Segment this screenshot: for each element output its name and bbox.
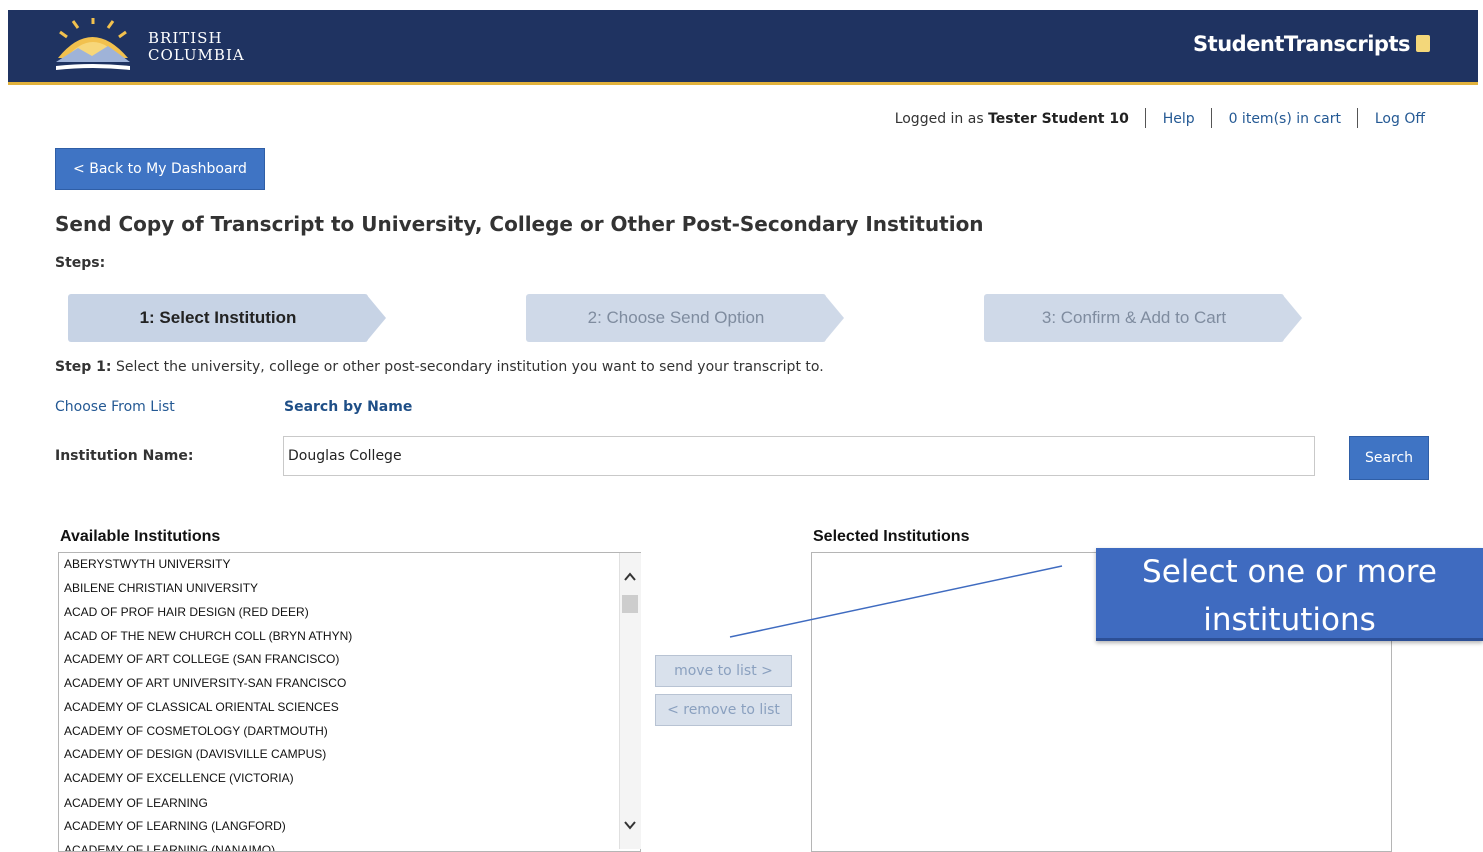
- logged-in-prefix: Logged in as: [894, 111, 984, 127]
- logo-line-2: COLUMBIA: [148, 46, 245, 64]
- cart-link[interactable]: 0 item(s) in cart: [1229, 111, 1341, 127]
- step-label: 2: Choose Send Option: [587, 308, 765, 327]
- remove-from-list-button[interactable]: < remove to list: [655, 694, 792, 726]
- sun-mountain-icon: [56, 16, 130, 70]
- steps-label: Steps:: [55, 255, 106, 271]
- list-item[interactable]: ACADEMY OF COSMETOLOGY (DARTMOUTH): [64, 724, 328, 738]
- callout-line-2: institutions: [1203, 602, 1376, 638]
- step-choose-send-option: 2: Choose Send Option: [526, 294, 846, 342]
- bc-logo[interactable]: BRITISH COLUMBIA: [56, 16, 256, 74]
- step-label: 3: Confirm & Add to Cart: [1041, 308, 1227, 327]
- list-item[interactable]: ACAD OF PROF HAIR DESIGN (RED DEER): [64, 605, 309, 619]
- callout-line-1: Select one or more: [1142, 554, 1437, 590]
- move-to-list-button[interactable]: move to list >: [655, 655, 792, 687]
- step-confirm-add-to-cart: 3: Confirm & Add to Cart: [984, 294, 1304, 342]
- list-item[interactable]: ACAD OF THE NEW CHURCH COLL (BRYN ATHYN): [64, 629, 352, 643]
- chevron-up-icon[interactable]: [624, 571, 636, 583]
- list-item[interactable]: ABERYSTWYTH UNIVERSITY: [64, 557, 230, 571]
- log-off-link[interactable]: Log Off: [1375, 111, 1425, 127]
- step-instruction: Step 1: Select the university, college o…: [55, 359, 824, 375]
- list-item[interactable]: ACADEMY OF DESIGN (DAVISVILLE CAMPUS): [64, 747, 326, 761]
- list-item[interactable]: ACADEMY OF ART UNIVERSITY-SAN FRANCISCO: [64, 676, 346, 690]
- site-header: BRITISH COLUMBIA StudentTranscripts: [8, 10, 1478, 85]
- list-item[interactable]: ABILENE CHRISTIAN UNIVERSITY: [64, 581, 258, 595]
- instruction-callout: Select one or more institutions: [1096, 548, 1483, 641]
- available-institutions-list[interactable]: ABERYSTWYTH UNIVERSITY ABILENE CHRISTIAN…: [58, 552, 641, 852]
- institution-name-label: Institution Name:: [55, 448, 194, 464]
- chevron-down-icon[interactable]: [624, 819, 636, 831]
- document-icon: [1416, 35, 1430, 52]
- list-item[interactable]: ACADEMY OF LEARNING (LANGFORD): [64, 819, 286, 833]
- step-select-institution: 1: Select Institution: [68, 294, 388, 342]
- list-item[interactable]: ACADEMY OF ART COLLEGE (SAN FRANCISCO): [64, 652, 339, 666]
- divider: [1145, 108, 1147, 128]
- app-title-text: StudentTranscripts: [1193, 32, 1410, 56]
- back-to-dashboard-button[interactable]: < Back to My Dashboard: [55, 148, 265, 190]
- tab-choose-from-list[interactable]: Choose From List: [55, 399, 175, 415]
- logo-wordmark: BRITISH COLUMBIA: [148, 30, 245, 64]
- divider: [1357, 108, 1359, 128]
- user-bar: Logged in as Tester Student 10 Help 0 it…: [895, 108, 1425, 128]
- list-item[interactable]: ACADEMY OF LEARNING: [64, 796, 208, 810]
- available-institutions-title: Available Institutions: [60, 528, 221, 545]
- selected-institutions-title: Selected Institutions: [813, 528, 970, 545]
- user-name: Tester Student 10: [988, 111, 1129, 127]
- instruction-text: Select the university, college or other …: [115, 359, 824, 375]
- search-button[interactable]: Search: [1349, 436, 1429, 480]
- page-title: Send Copy of Transcript to University, C…: [55, 212, 984, 236]
- instruction-prefix: Step 1:: [55, 359, 112, 375]
- institution-name-input[interactable]: [283, 436, 1315, 476]
- logo-line-1: BRITISH: [148, 29, 223, 47]
- scrollbar-thumb[interactable]: [622, 595, 638, 613]
- list-item[interactable]: ACADEMY OF EXCELLENCE (VICTORIA): [64, 771, 294, 785]
- list-item[interactable]: ACADEMY OF CLASSICAL ORIENTAL SCIENCES: [64, 700, 339, 714]
- app-title: StudentTranscripts: [1193, 32, 1430, 56]
- help-link[interactable]: Help: [1163, 111, 1195, 127]
- tab-search-by-name[interactable]: Search by Name: [284, 399, 412, 415]
- available-list-scrollbar[interactable]: [619, 553, 641, 849]
- divider: [1211, 108, 1213, 128]
- step-label: 1: Select Institution: [139, 308, 297, 327]
